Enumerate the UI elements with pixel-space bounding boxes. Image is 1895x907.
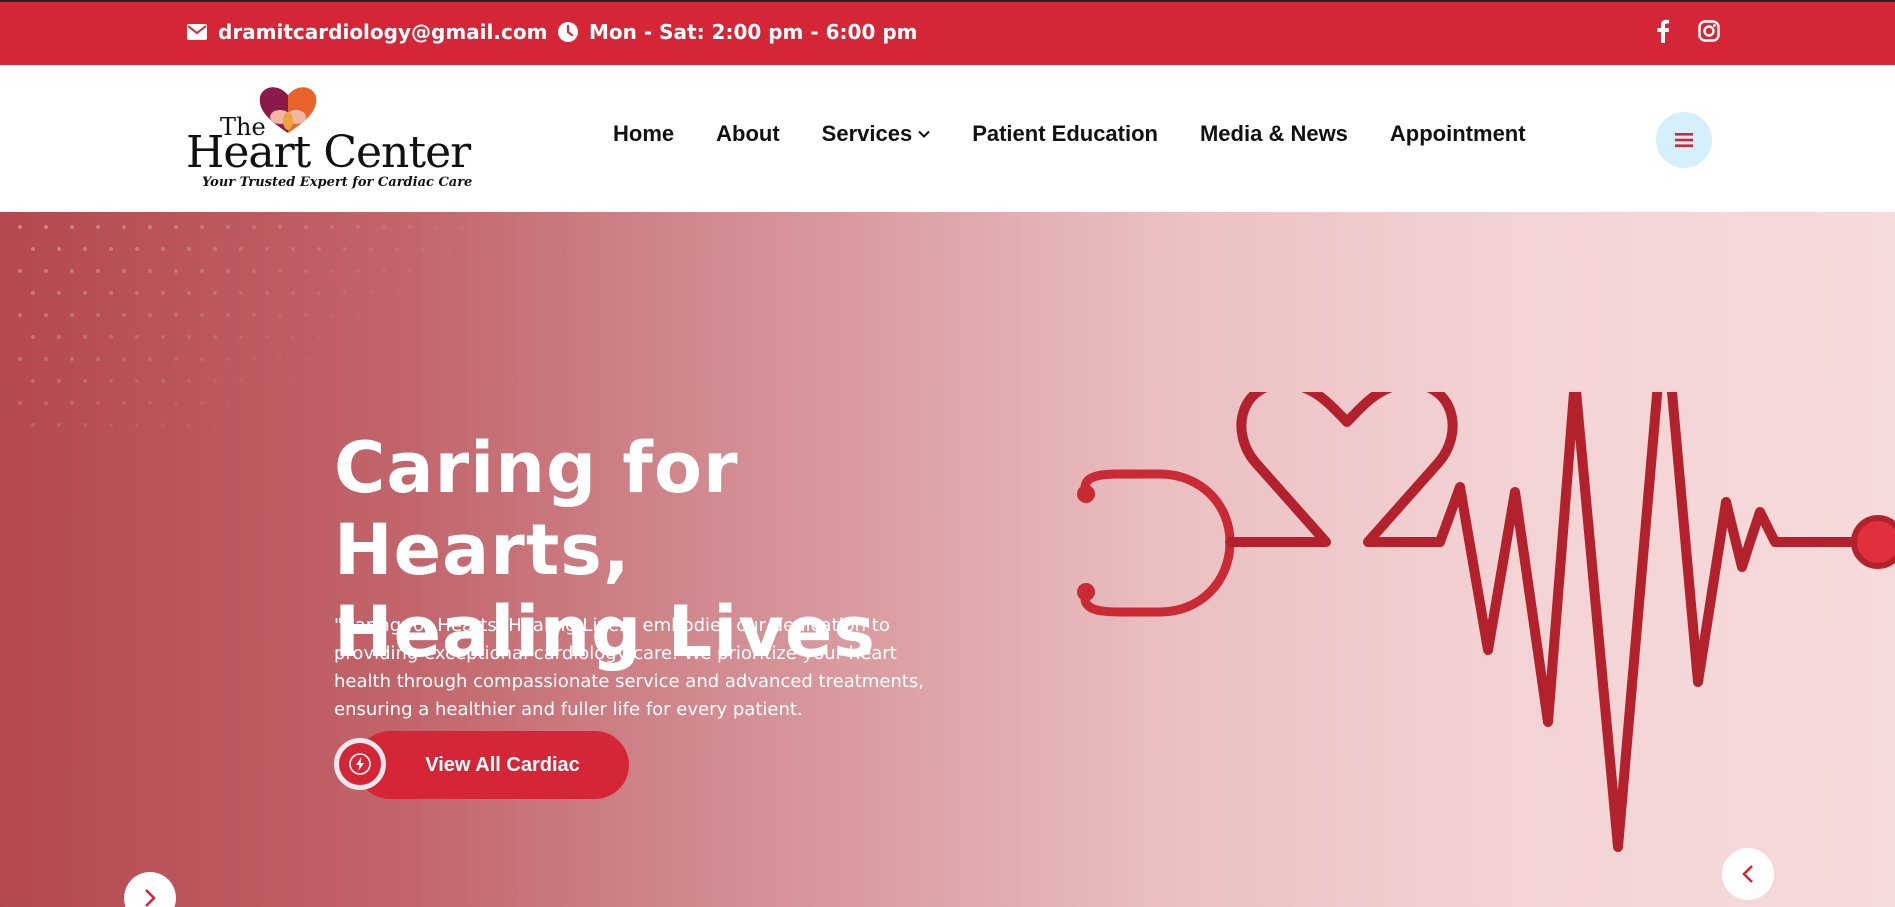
nav-patient-education[interactable]: Patient Education — [972, 121, 1158, 147]
slider-next-button[interactable] — [124, 872, 176, 907]
nav-appointment-label: Appointment — [1389, 121, 1526, 146]
slider-prev-button[interactable] — [1722, 848, 1774, 900]
cta-pill[interactable]: View All Cardiac — [356, 731, 629, 799]
nav-services[interactable]: Services — [822, 121, 931, 147]
hero-description: "Caring for Hearts, Healing Lives" embod… — [334, 615, 924, 720]
nav-services-label: Services — [821, 121, 913, 146]
main-header: The Heart Center Your Trusted Expert for… — [0, 65, 1895, 212]
logo-name: Heart Center — [186, 127, 471, 178]
email-text: dramitcardiology@gmail.com — [218, 20, 548, 44]
nav-patient-education-label: Patient Education — [972, 121, 1158, 146]
instagram-icon[interactable] — [1696, 18, 1722, 44]
nav-media-news-label: Media & News — [1199, 121, 1348, 146]
hero-title-line1: Caring for Hearts, — [334, 427, 739, 591]
clock-icon — [557, 21, 579, 43]
top-info-bar: dramitcardiology@gmail.com Mon - Sat: 2:… — [0, 0, 1895, 65]
chevron-left-icon — [1742, 865, 1753, 883]
nav-home-label: Home — [613, 121, 675, 146]
cta-label: View All Cardiac — [425, 753, 580, 776]
hamburger-icon — [1675, 133, 1693, 147]
nav-media-news[interactable]: Media & News — [1200, 121, 1348, 147]
site-logo[interactable]: The Heart Center Your Trusted Expert for… — [186, 83, 472, 195]
lightning-icon — [334, 738, 386, 790]
chevron-right-icon — [145, 889, 156, 907]
dot-pattern-decoration — [18, 225, 464, 427]
opening-hours: Mon - Sat: 2:00 pm - 6:00 pm — [557, 20, 918, 44]
hours-text: Mon - Sat: 2:00 pm - 6:00 pm — [589, 20, 918, 44]
nav-appointment[interactable]: Appointment — [1390, 121, 1526, 147]
menu-toggle-button[interactable] — [1656, 112, 1712, 168]
contact-email[interactable]: dramitcardiology@gmail.com — [186, 20, 547, 44]
facebook-icon[interactable] — [1650, 18, 1676, 44]
nav-about[interactable]: About — [716, 121, 780, 147]
envelope-icon — [186, 21, 208, 43]
main-navigation: Home About Services Patient Education Me… — [613, 121, 1526, 147]
nav-about-label: About — [716, 121, 780, 146]
heart-stethoscope-illustration — [1077, 392, 1895, 852]
nav-home[interactable]: Home — [613, 121, 674, 147]
logo-tagline: Your Trusted Expert for Cardiac Care — [202, 175, 473, 190]
view-all-cardiac-button[interactable]: View All Cardiac — [334, 730, 629, 800]
social-links — [1650, 18, 1722, 44]
hero-banner: Caring for Hearts, Healing Lives "Caring… — [0, 212, 1895, 907]
chevron-down-icon — [918, 130, 930, 138]
